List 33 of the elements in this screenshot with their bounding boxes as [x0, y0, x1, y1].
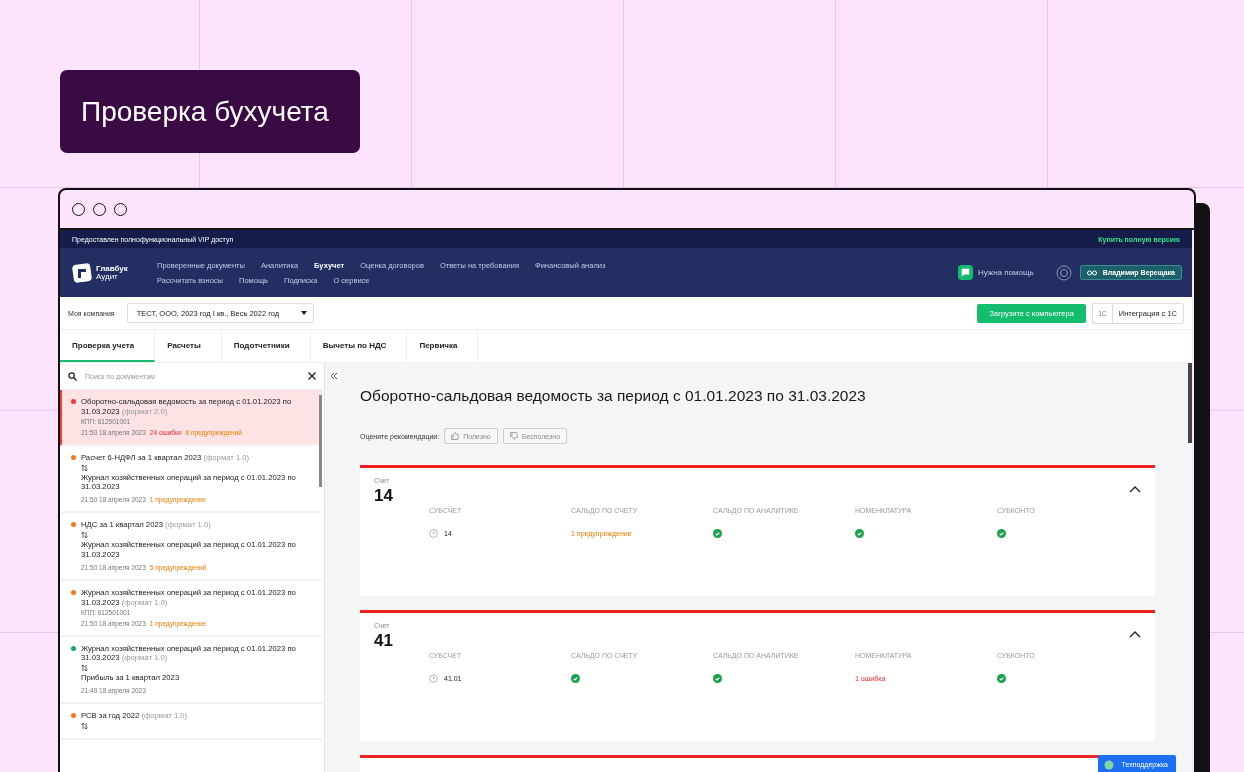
check-icon: [713, 673, 722, 683]
scrollbar[interactable]: [319, 395, 322, 487]
clock-icon: [429, 528, 438, 538]
banner-title: Проверка бухучета: [60, 70, 360, 153]
double-chevron-left-icon: [330, 372, 338, 380]
logo-text: Главбук Аудит: [96, 264, 128, 281]
check-icon: [571, 673, 580, 683]
chat-icon: [1103, 759, 1114, 770]
collapse-toggle[interactable]: [1129, 631, 1141, 638]
chat-icon: [957, 265, 973, 280]
check-icon: [855, 528, 864, 538]
check-icon: [997, 528, 1006, 538]
chevron-up-icon: [1129, 486, 1141, 493]
chevron-up-icon: [1129, 631, 1141, 638]
search-icon: [68, 371, 77, 381]
account-number: 41: [374, 631, 394, 651]
thumbs-down-icon: [509, 432, 518, 440]
globe-icon[interactable]: [1055, 264, 1072, 281]
page-title: Оборотно-сальдовая ведомость за период с 01.01.2023 по 31.03.2023: [360, 387, 867, 405]
thumbs-up-icon: [451, 432, 460, 440]
check-icon: [997, 673, 1006, 683]
account-number: 14: [374, 486, 394, 506]
collapse-button[interactable]: [328, 369, 340, 383]
logo-icon: [72, 262, 92, 283]
close-icon[interactable]: [308, 372, 316, 380]
caret-icon: [300, 311, 307, 315]
check-icon: [713, 528, 722, 538]
help-link[interactable]: Нужна помощь: [957, 265, 1034, 280]
tab[interactable]: Проверка учета: [60, 330, 156, 362]
collapse-toggle[interactable]: [1129, 486, 1141, 493]
glasses-icon: [1086, 269, 1097, 276]
clock-icon: [429, 673, 438, 683]
scrollbar[interactable]: [1188, 363, 1192, 443]
